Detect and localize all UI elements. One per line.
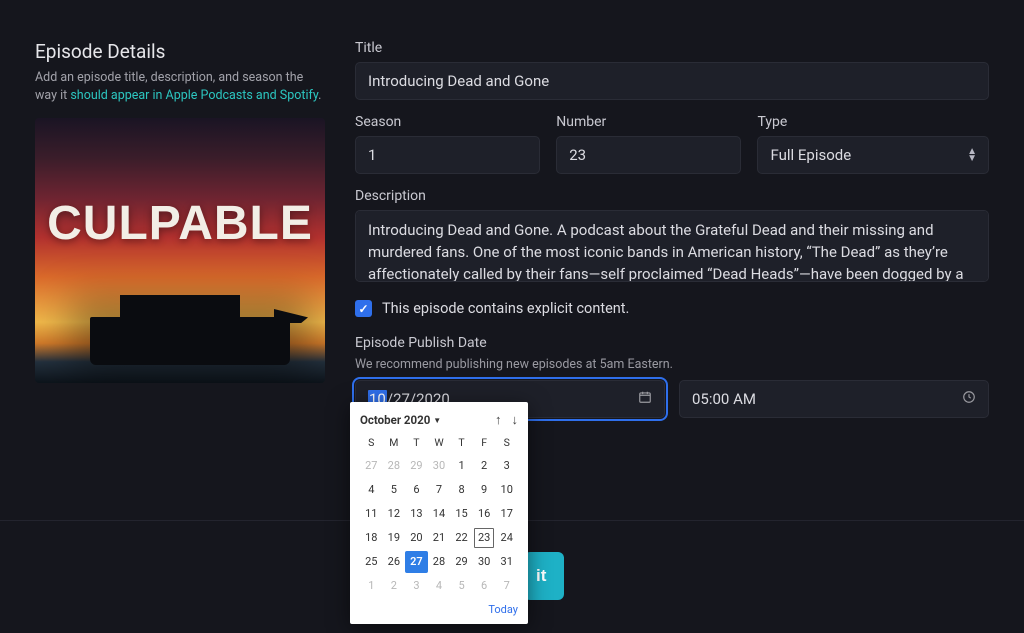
calendar-day[interactable]: 3 <box>495 455 518 477</box>
calendar-day[interactable]: 5 <box>450 575 473 597</box>
calendar-day[interactable]: 29 <box>450 551 473 573</box>
clock-icon <box>962 390 976 408</box>
date-picker-popover: October 2020 ▼ ↑ ↓ SMTWTFS27282930123456… <box>350 402 528 624</box>
caret-down-icon: ▼ <box>433 416 441 425</box>
calendar-dow: T <box>450 436 473 453</box>
calendar-month-select[interactable]: October 2020 ▼ <box>360 413 441 427</box>
calendar-day[interactable]: 4 <box>428 575 451 597</box>
calendar-day[interactable]: 1 <box>450 455 473 477</box>
calendar-dow: S <box>495 436 518 453</box>
calendar-day[interactable]: 6 <box>473 575 496 597</box>
calendar-day[interactable]: 9 <box>473 479 496 501</box>
calendar-day[interactable]: 24 <box>495 527 518 549</box>
calendar-dow: W <box>428 436 451 453</box>
calendar-dow: M <box>383 436 406 453</box>
calendar-day[interactable]: 30 <box>428 455 451 477</box>
calendar-day[interactable]: 13 <box>405 503 428 525</box>
calendar-day[interactable]: 11 <box>360 503 383 525</box>
season-label: Season <box>355 114 540 130</box>
section-subtext: Add an episode title, description, and s… <box>35 69 325 104</box>
calendar-day[interactable]: 7 <box>428 479 451 501</box>
appearance-link[interactable]: should appear in Apple Podcasts and Spot… <box>70 88 318 103</box>
calendar-next-icon[interactable]: ↓ <box>512 412 519 428</box>
cover-art-ship <box>90 317 290 365</box>
time-input[interactable]: 05:00 AM <box>679 380 989 418</box>
calendar-day[interactable]: 18 <box>360 527 383 549</box>
calendar-day[interactable]: 19 <box>383 527 406 549</box>
calendar-day[interactable]: 3 <box>405 575 428 597</box>
subtext-suffix: . <box>318 88 321 103</box>
description-textarea[interactable]: Introducing Dead and Gone. A podcast abo… <box>355 210 989 282</box>
number-input[interactable] <box>556 136 741 174</box>
explicit-label: This episode contains explicit content. <box>382 300 629 317</box>
calendar-day[interactable]: 5 <box>383 479 406 501</box>
submit-button[interactable]: it <box>524 552 564 600</box>
calendar-grid: SMTWTFS272829301234567891011121314151617… <box>360 436 518 597</box>
calendar-day[interactable]: 6 <box>405 479 428 501</box>
calendar-day[interactable]: 2 <box>383 575 406 597</box>
calendar-dow: F <box>473 436 496 453</box>
season-input[interactable] <box>355 136 540 174</box>
calendar-day[interactable]: 2 <box>473 455 496 477</box>
calendar-prev-icon[interactable]: ↑ <box>495 412 502 428</box>
type-label: Type <box>757 114 989 130</box>
calendar-day[interactable]: 10 <box>495 479 518 501</box>
calendar-day[interactable]: 12 <box>383 503 406 525</box>
type-select[interactable]: Full Episode <box>757 136 989 174</box>
calendar-day[interactable]: 29 <box>405 455 428 477</box>
calendar-day[interactable]: 16 <box>473 503 496 525</box>
calendar-day[interactable]: 27 <box>405 551 428 573</box>
calendar-day[interactable]: 7 <box>495 575 518 597</box>
title-input[interactable] <box>355 62 989 100</box>
publish-hint: We recommend publishing new episodes at … <box>355 357 989 372</box>
calendar-day[interactable]: 26 <box>383 551 406 573</box>
time-text: 05:00 AM <box>692 390 756 408</box>
calendar-day[interactable]: 27 <box>360 455 383 477</box>
calendar-day[interactable]: 21 <box>428 527 451 549</box>
calendar-dow: T <box>405 436 428 453</box>
calendar-day[interactable]: 20 <box>405 527 428 549</box>
calendar-day[interactable]: 30 <box>473 551 496 573</box>
calendar-icon <box>638 390 652 408</box>
calendar-day[interactable]: 28 <box>383 455 406 477</box>
episode-cover-art: CULPABLE <box>35 118 325 383</box>
calendar-day[interactable]: 22 <box>450 527 473 549</box>
calendar-day[interactable]: 15 <box>450 503 473 525</box>
publish-date-label: Episode Publish Date <box>355 335 989 351</box>
calendar-day[interactable]: 25 <box>360 551 383 573</box>
explicit-checkbox[interactable]: ✓ <box>355 300 372 317</box>
calendar-day[interactable]: 8 <box>450 479 473 501</box>
section-heading: Episode Details <box>35 40 325 63</box>
title-label: Title <box>355 40 989 56</box>
calendar-day[interactable]: 31 <box>495 551 518 573</box>
calendar-day[interactable]: 4 <box>360 479 383 501</box>
calendar-day[interactable]: 17 <box>495 503 518 525</box>
number-label: Number <box>556 114 741 130</box>
calendar-month-label: October 2020 <box>360 413 430 427</box>
calendar-day[interactable]: 14 <box>428 503 451 525</box>
calendar-day[interactable]: 23 <box>473 527 496 549</box>
cover-art-title: CULPABLE <box>35 196 325 251</box>
description-label: Description <box>355 188 989 204</box>
calendar-day[interactable]: 28 <box>428 551 451 573</box>
calendar-day[interactable]: 1 <box>360 575 383 597</box>
calendar-dow: S <box>360 436 383 453</box>
calendar-today-link[interactable]: Today <box>488 603 518 616</box>
